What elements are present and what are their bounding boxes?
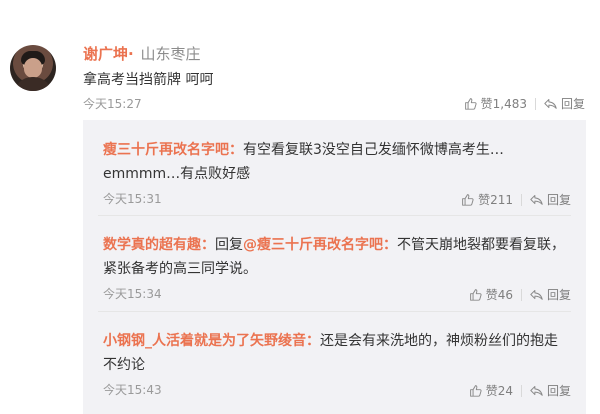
thumbs-up-icon: [462, 194, 474, 206]
reply-button[interactable]: 回复: [530, 286, 571, 303]
reply-actions: 赞24 回复: [469, 382, 571, 399]
reply-username[interactable]: 小钢钢_人活着就是为了矢野绫音：: [103, 333, 320, 349]
thumbs-up-icon: [469, 289, 482, 301]
comment-actions: 赞1,483 回复: [464, 95, 585, 112]
like-count: 赞24: [485, 384, 513, 398]
like-button[interactable]: 赞46: [469, 286, 513, 303]
action-divider: [520, 384, 522, 397]
reply-text: 数学真的超有趣：回复@瘦三十斤再改名字吧：不管天崩地裂都要看复联，紧张备考的高三…: [103, 233, 571, 281]
reply-text: 瘦三十斤再改名字吧：有空看复联3没空自己发缅怀微博高考生…emmmm…有点败好感: [103, 138, 571, 186]
reply-label: 回复: [546, 288, 571, 302]
reply-list: 瘦三十斤再改名字吧：有空看复联3没空自己发缅怀微博高考生…emmmm…有点败好感…: [83, 120, 586, 414]
avatar[interactable]: [10, 45, 56, 91]
reply-prefix: 回复: [215, 237, 243, 253]
like-count: 赞46: [485, 288, 513, 302]
comment-time: 今天15:27: [83, 97, 142, 111]
avatar-shoulder: [14, 77, 52, 91]
reply-username[interactable]: 瘦三十斤再改名字吧：: [103, 142, 243, 158]
reply-divider: [98, 311, 571, 312]
main-comment: 谢广坤· 山东枣庄 拿高考当挡箭牌 呵呵 今天15:27 赞1,483 回复: [0, 0, 600, 120]
reply-actions: 赞46 回复: [469, 286, 571, 303]
reply-button[interactable]: 回复: [544, 95, 585, 112]
reply-arrow-icon: [544, 98, 557, 109]
reply-label: 回复: [546, 384, 571, 398]
thumbs-up-icon: [469, 385, 482, 397]
reply-button[interactable]: 回复: [530, 382, 571, 399]
comment-text: 拿高考当挡箭牌 呵呵: [83, 72, 214, 88]
reply-actions: 赞211 回复: [461, 191, 571, 208]
reply-label: 回复: [546, 193, 571, 207]
avatar-face: [24, 58, 42, 78]
reply-arrow-icon: [530, 289, 543, 300]
reply-username[interactable]: 数学真的超有趣：: [103, 237, 215, 253]
like-count: 赞1,483: [480, 97, 527, 111]
like-button[interactable]: 赞1,483: [464, 95, 527, 112]
action-divider: [520, 288, 522, 301]
user-location: 山东枣庄: [140, 45, 201, 63]
username-link[interactable]: 谢广坤·: [83, 45, 134, 63]
reply-divider: [98, 215, 571, 216]
like-count: 赞211: [478, 193, 513, 207]
like-button[interactable]: 赞24: [469, 382, 513, 399]
action-divider: [520, 193, 522, 206]
reply-text: 小钢钢_人活着就是为了矢野绫音：还是会有来洗地的，神烦粉丝们的抱走不约论: [103, 329, 571, 377]
reply-label: 回复: [560, 97, 585, 111]
reply-arrow-icon: [530, 385, 543, 396]
action-divider: [534, 97, 536, 110]
comment-header: 谢广坤· 山东枣庄: [83, 45, 201, 63]
reply-arrow-icon: [530, 194, 543, 205]
reply-button[interactable]: 回复: [530, 191, 571, 208]
like-button[interactable]: 赞211: [461, 191, 513, 208]
mention-link[interactable]: @瘦三十斤再改名字吧：: [243, 237, 397, 253]
thumbs-up-icon: [464, 98, 477, 110]
